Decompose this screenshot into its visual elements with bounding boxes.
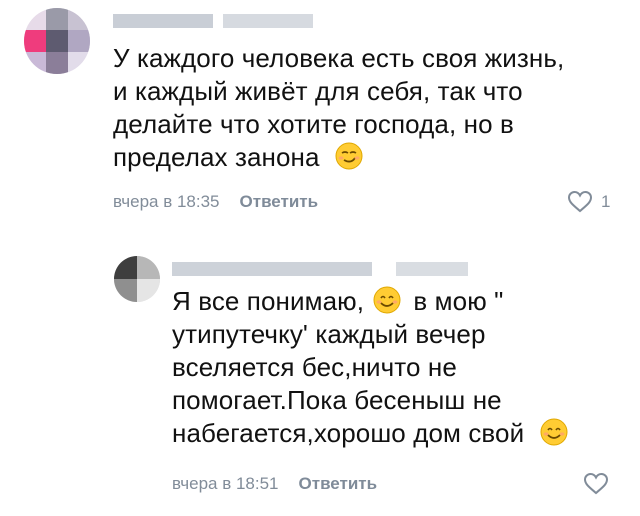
heart-outline-icon — [583, 472, 609, 495]
comment-meta: вчера в 18:35 Ответить — [113, 192, 318, 212]
comment-text: Я все понимаю, в мою " утипутечку' кажды… — [172, 285, 568, 450]
comment-time: вчера в 18:51 — [172, 474, 279, 493]
comment-meta: вчера в 18:51 Ответить — [172, 474, 377, 494]
smiling-face-emoji — [373, 286, 401, 314]
author-name-blurred[interactable] — [113, 14, 313, 28]
reply-button[interactable]: Ответить — [299, 474, 378, 494]
author-name-blurred[interactable] — [172, 262, 468, 276]
heart-outline-icon — [567, 190, 593, 213]
like-button[interactable]: 1 — [567, 190, 610, 214]
comment-item: Я все понимаю, в мою " утипутечку' кажды… — [0, 230, 640, 516]
smiling-face-emoji — [540, 418, 568, 446]
smirk-emoji — [335, 142, 363, 170]
avatar[interactable] — [24, 8, 90, 74]
comment-item: У каждого человека есть своя жизнь, и ка… — [0, 0, 640, 230]
comment-time: вчера в 18:35 — [113, 192, 220, 211]
avatar[interactable] — [114, 256, 160, 302]
like-count: 1 — [601, 192, 611, 211]
like-button[interactable] — [583, 472, 609, 496]
comment-text: У каждого человека есть своя жизнь, и ка… — [113, 43, 565, 172]
reply-button[interactable]: Ответить — [240, 192, 319, 212]
